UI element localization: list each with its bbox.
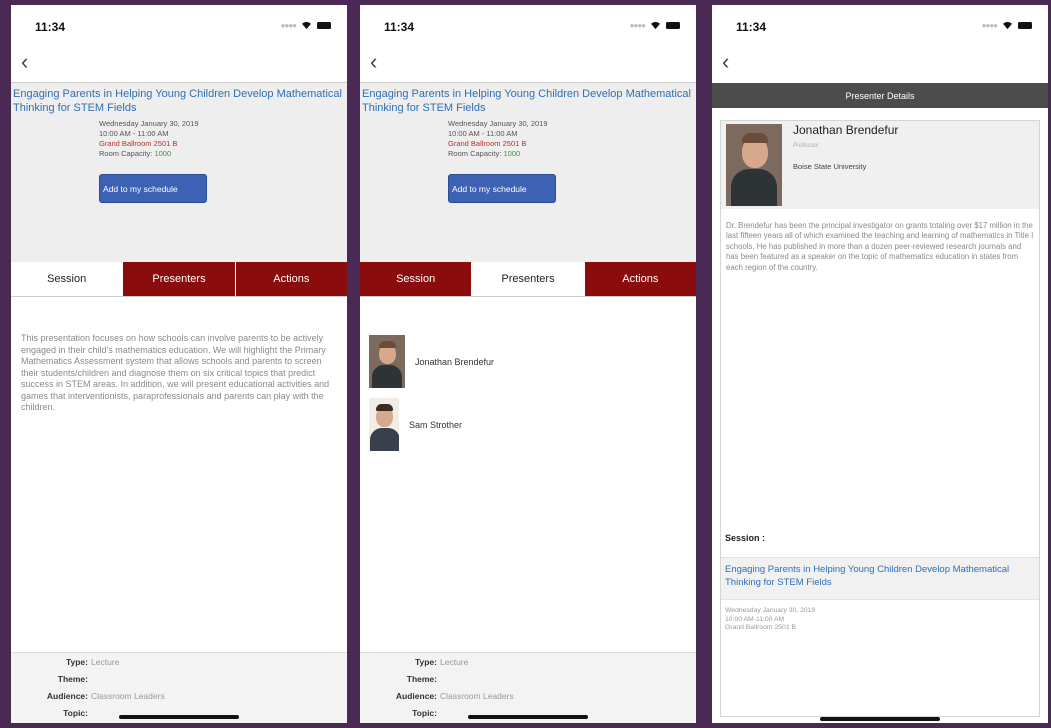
presenter-details-bar: Presenter Details	[712, 83, 1048, 108]
topic-label: Topic:	[412, 707, 437, 718]
type-label: Type:	[414, 656, 437, 667]
session-meta: Wednesday January 30, 2019 10:00 AM - 11…	[99, 119, 347, 159]
presenter-photo	[369, 335, 405, 388]
linked-session-title[interactable]: Engaging Parents in Helping Young Childr…	[721, 557, 1039, 600]
presenter-role: Professor	[793, 143, 819, 149]
topic-label: Topic:	[63, 707, 88, 718]
tab-actions[interactable]: Actions	[235, 262, 347, 296]
presenter-organization: Boise State University	[793, 162, 867, 171]
room-capacity: Room Capacity: 1000	[99, 149, 347, 159]
presenter-card: Jonathan Brendefur Professor Boise State…	[720, 120, 1040, 717]
session-time: 10:00 AM - 11:00 AM	[99, 129, 169, 138]
capacity-value: 1000	[503, 149, 521, 158]
session-room: Grand Ballroom 2501 B	[448, 139, 527, 148]
footer-theme-row: Theme:	[360, 670, 696, 687]
add-to-schedule-button[interactable]: Add to my schedule	[448, 174, 556, 203]
footer-type-row: Type: Lecture	[11, 653, 347, 670]
presenter-card-header: Jonathan Brendefur Professor Boise State…	[721, 121, 1039, 209]
tab-bar: Session Presenters Actions	[11, 262, 347, 297]
footer-theme-row: Theme:	[11, 670, 347, 687]
session-time: 10:00 AM - 11:00 AM	[448, 129, 518, 138]
audience-value: Classroom Leaders	[440, 690, 514, 701]
type-value: Lecture	[440, 656, 469, 667]
status-bar: 11:34 ●●●●	[11, 5, 347, 47]
footer-audience-row: Audience: Classroom Leaders	[11, 687, 347, 704]
nav-bar: ‹	[712, 47, 1048, 83]
tab-session[interactable]: Session	[11, 262, 124, 296]
tab-presenters[interactable]: Presenters	[472, 262, 585, 296]
tab-session[interactable]: Session	[360, 262, 473, 296]
linked-session-room: Grand Ballroom 2501 B	[725, 624, 797, 632]
room-capacity: Room Capacity: 1000	[448, 149, 696, 159]
audience-label: Audience:	[395, 690, 437, 701]
capacity-label: Room Capacity:	[448, 149, 502, 158]
tab-actions[interactable]: Actions	[584, 262, 696, 296]
presenter-row-sam-strother[interactable]: Sam Strother	[360, 393, 696, 456]
audience-label: Audience:	[46, 690, 88, 701]
nav-bar: ‹	[11, 47, 347, 83]
session-description: This presentation focuses on how schools…	[21, 333, 330, 412]
wifi-icon	[302, 21, 311, 30]
battery-icon	[317, 22, 331, 29]
presenter-row-jonathan-brendefur[interactable]: Jonathan Brendefur	[360, 330, 696, 393]
presenter-photo	[726, 124, 782, 206]
capacity-label: Room Capacity:	[99, 149, 153, 158]
presenter-list: Jonathan Brendefur Sam Strother	[360, 297, 696, 456]
status-time: 11:34	[736, 20, 767, 34]
back-chevron-icon[interactable]: ‹	[21, 51, 28, 73]
session-screen: 11:34 ●●●● ‹ Engaging Parents in Helping…	[11, 5, 347, 723]
presenters-screen: 11:34 ●●●● ‹ Engaging Parents in Helping…	[360, 5, 696, 723]
tab-bar: Session Presenters Actions	[360, 262, 696, 297]
back-chevron-icon[interactable]: ‹	[722, 51, 729, 73]
home-indicator[interactable]	[820, 717, 940, 721]
linked-session-meta: Wednesday January 30, 2019 10:00 AM-11:0…	[725, 607, 815, 633]
home-indicator[interactable]	[468, 715, 588, 719]
session-title[interactable]: Engaging Parents in Helping Young Childr…	[360, 83, 696, 115]
type-value: Lecture	[91, 656, 120, 667]
status-bar: 11:34 ●●●●	[712, 5, 1048, 47]
presenter-name: Jonathan Brendefur	[415, 356, 495, 367]
theme-label: Theme:	[406, 673, 437, 684]
wifi-icon	[1003, 21, 1012, 30]
signal-icon: ●●●●	[280, 21, 297, 30]
status-bar: 11:34 ●●●●	[360, 5, 696, 47]
presenter-bio: Dr. Brendefur has been the principal inv…	[726, 221, 1034, 272]
session-header: Engaging Parents in Helping Young Childr…	[11, 83, 347, 262]
session-title[interactable]: Engaging Parents in Helping Young Childr…	[11, 83, 347, 115]
battery-icon	[1018, 22, 1032, 29]
back-chevron-icon[interactable]: ‹	[370, 51, 377, 73]
audience-value: Classroom Leaders	[91, 690, 165, 701]
linked-session-time: 10:00 AM-11:00 AM	[725, 615, 785, 623]
footer-audience-row: Audience: Classroom Leaders	[360, 687, 696, 704]
battery-icon	[666, 22, 680, 29]
add-to-schedule-button[interactable]: Add to my schedule	[99, 174, 207, 203]
wifi-icon	[651, 21, 660, 30]
session-footer: Type: Lecture Theme: Audience: Classroom L…	[11, 652, 347, 723]
presenter-name: Jonathan Brendefur	[793, 123, 899, 137]
session-date: Wednesday January 30, 2019	[99, 119, 199, 128]
session-footer: Type: Lecture Theme: Audience: Classroom L…	[360, 652, 696, 723]
theme-label: Theme:	[57, 673, 88, 684]
nav-bar: ‹	[360, 47, 696, 83]
capacity-value: 1000	[154, 149, 172, 158]
signal-icon: ●●●●	[629, 21, 646, 30]
linked-session-date: Wednesday January 30, 2019	[725, 607, 816, 614]
status-time: 11:34	[35, 20, 66, 34]
home-indicator[interactable]	[119, 715, 239, 719]
footer-type-row: Type: Lecture	[360, 653, 696, 670]
signal-icon: ●●●●	[981, 21, 998, 30]
session-date: Wednesday January 30, 2019	[448, 119, 548, 128]
tab-presenters[interactable]: Presenters	[123, 262, 236, 296]
presenter-details-screen: 11:34 ●●●● ‹ Presenter Details Jonathan …	[712, 5, 1048, 723]
session-header: Engaging Parents in Helping Young Childr…	[360, 83, 696, 262]
status-time: 11:34	[384, 20, 415, 34]
presenter-photo	[369, 398, 399, 451]
type-label: Type:	[65, 656, 88, 667]
session-meta: Wednesday January 30, 2019 10:00 AM - 11…	[448, 119, 696, 159]
session-room: Grand Ballroom 2501 B	[99, 139, 178, 148]
presenter-name: Sam Strother	[409, 419, 463, 430]
session-heading: Session :	[725, 533, 766, 543]
